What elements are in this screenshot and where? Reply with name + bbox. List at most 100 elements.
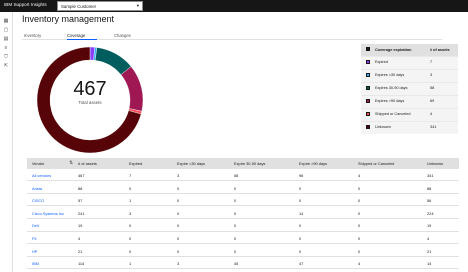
vendor-link[interactable]: CISCO <box>32 198 44 203</box>
table-row: CISCO 57 1 0 0 0 0 56 <box>27 194 459 207</box>
table-cell: 88 <box>78 185 83 191</box>
table-row: Dell 19 0 0 0 0 0 19 <box>27 219 459 232</box>
table-cell: 0 <box>299 248 302 254</box>
legend-checkbox[interactable] <box>366 99 370 103</box>
table-cell: 0 <box>234 248 237 254</box>
table-cell: 19 <box>427 223 432 229</box>
legend-checkbox[interactable] <box>366 112 370 116</box>
table-cell: 341 <box>427 173 434 178</box>
table-cell: 0 <box>177 236 180 241</box>
tab-changes[interactable]: Changes <box>114 31 144 40</box>
table-cell: 45 <box>234 261 239 267</box>
table-cell: 0 <box>129 236 132 241</box>
inventory-icon[interactable]: ▢ <box>3 27 9 33</box>
column-header-expire-30-90[interactable]: Expire 30-90 days <box>234 161 265 166</box>
column-header-expired[interactable]: Expired <box>129 161 142 166</box>
vendor-link[interactable]: Cisco Systems Inc <box>32 211 64 216</box>
tab-bar: Inventory Coverage Changes <box>22 31 442 40</box>
table-cell: 58 <box>234 173 239 178</box>
legend-row[interactable]: Expires 30-90 days 58 <box>361 82 458 93</box>
table-cell: 0 <box>129 248 132 254</box>
table-row: IBM 114 1 3 45 47 4 14 <box>27 257 459 270</box>
column-header-shipped[interactable]: Shipped or Canceled <box>358 161 394 166</box>
legend-header: Coverage expiration # of assets <box>361 44 458 56</box>
table-cell: 0 <box>358 210 361 216</box>
legend-row[interactable]: Unknown 341 <box>361 121 458 132</box>
legend-count: 69 <box>430 99 435 103</box>
table-cell: 0 <box>177 223 180 229</box>
filter-icon[interactable]: ⛉ <box>3 54 9 60</box>
table-header: Vendor ⇅ # of assets Expired Expire <30 … <box>27 158 459 169</box>
legend-count: 4 <box>430 112 433 116</box>
table-cell: 57 <box>78 198 83 204</box>
vendor-link[interactable]: IBM <box>32 261 39 266</box>
legend-count: 7 <box>430 60 433 64</box>
table-row: F5 4 0 0 0 0 0 4 <box>27 232 459 245</box>
column-header-vendor[interactable]: Vendor <box>32 161 44 166</box>
legend-label: Expires >90 days <box>375 99 405 103</box>
vendor-link[interactable]: HP <box>32 249 37 254</box>
vendor-link[interactable]: Dell <box>32 223 39 228</box>
vendor-link[interactable]: F5 <box>32 236 37 241</box>
table-cell: 0 <box>234 185 237 191</box>
column-header-assets[interactable]: # of assets <box>78 161 97 166</box>
table-cell: 0 <box>358 236 361 241</box>
chevron-down-icon: ▾ <box>136 3 139 8</box>
legend-checkbox[interactable] <box>366 125 370 129</box>
side-nav: ▦ ▢ ▤ ≡ ⛉ ⇱ <box>0 12 13 272</box>
legend-count: 341 <box>430 125 437 129</box>
table-cell: 4 <box>358 173 361 178</box>
tab-inventory[interactable]: Inventory <box>24 31 54 40</box>
legend-row[interactable]: Shipped or Canceled 4 <box>361 108 458 119</box>
vendor-link[interactable]: Arista <box>32 186 42 191</box>
table-cell: 467 <box>78 173 85 178</box>
select-all-checkbox[interactable] <box>366 47 370 51</box>
donut-total-label: Total assets <box>78 100 102 105</box>
column-header-expire-90[interactable]: Expire >90 days <box>299 161 327 166</box>
table-cell: 0 <box>358 223 361 229</box>
table-cell: 7 <box>129 173 132 178</box>
brand-name[interactable]: IBM Support Insights <box>4 2 47 7</box>
column-header-expire-30[interactable]: Expire <30 days <box>177 161 205 166</box>
table-cell: 1 <box>129 198 132 204</box>
legend-count: 3 <box>430 73 433 77</box>
dashboard-icon[interactable]: ▦ <box>3 18 9 24</box>
legend-checkbox[interactable] <box>366 73 370 77</box>
legend-checkbox[interactable] <box>366 60 370 64</box>
table-cell: 0 <box>358 185 361 191</box>
donut-slice[interactable] <box>94 47 132 75</box>
table-row: HP 21 0 0 0 0 0 21 <box>27 245 459 257</box>
list-icon[interactable]: ≡ <box>3 45 9 51</box>
table-cell: 47 <box>299 261 304 267</box>
table-cell: 21 <box>78 248 83 254</box>
table-cell: 19 <box>78 223 83 229</box>
table-cell: 3 <box>129 210 132 216</box>
export-icon[interactable]: ⇱ <box>3 63 9 69</box>
customer-select[interactable]: Sample Customer ▾ <box>57 1 143 11</box>
legend-count: 58 <box>430 86 435 90</box>
table-row: All vendors 467 7 3 58 96 4 341 <box>27 169 459 182</box>
legend-header-count: # of assets <box>430 48 450 52</box>
legend-checkbox[interactable] <box>366 86 370 90</box>
legend-row[interactable]: Expired 7 <box>361 56 458 67</box>
tab-coverage[interactable]: Coverage <box>67 31 97 40</box>
table-cell: 4 <box>427 236 430 241</box>
column-header-unknown[interactable]: Unknown <box>427 161 443 166</box>
donut-total-value: 467 <box>73 78 107 100</box>
top-bar: IBM Support Insights Sample Customer ▾ <box>0 0 468 12</box>
table-cell: 0 <box>299 185 302 191</box>
legend-row[interactable]: Expires <30 days 3 <box>361 69 458 80</box>
table-row: Cisco Systems Inc 241 3 0 0 14 0 224 <box>27 207 459 220</box>
page-title: Inventory management <box>22 14 115 24</box>
document-icon[interactable]: ▤ <box>3 36 9 42</box>
table-cell: 0 <box>177 198 180 204</box>
table-cell: 0 <box>234 198 237 204</box>
vendor-link[interactable]: All vendors <box>32 173 51 178</box>
sort-icon[interactable]: ⇅ <box>69 160 73 166</box>
legend-header-label: Coverage expiration <box>375 48 412 52</box>
table-cell: 0 <box>177 248 180 254</box>
table-cell: 1 <box>129 261 132 267</box>
table-cell: 0 <box>358 198 361 204</box>
table-cell: 241 <box>78 210 85 216</box>
legend-row[interactable]: Expires >90 days 69 <box>361 95 458 106</box>
